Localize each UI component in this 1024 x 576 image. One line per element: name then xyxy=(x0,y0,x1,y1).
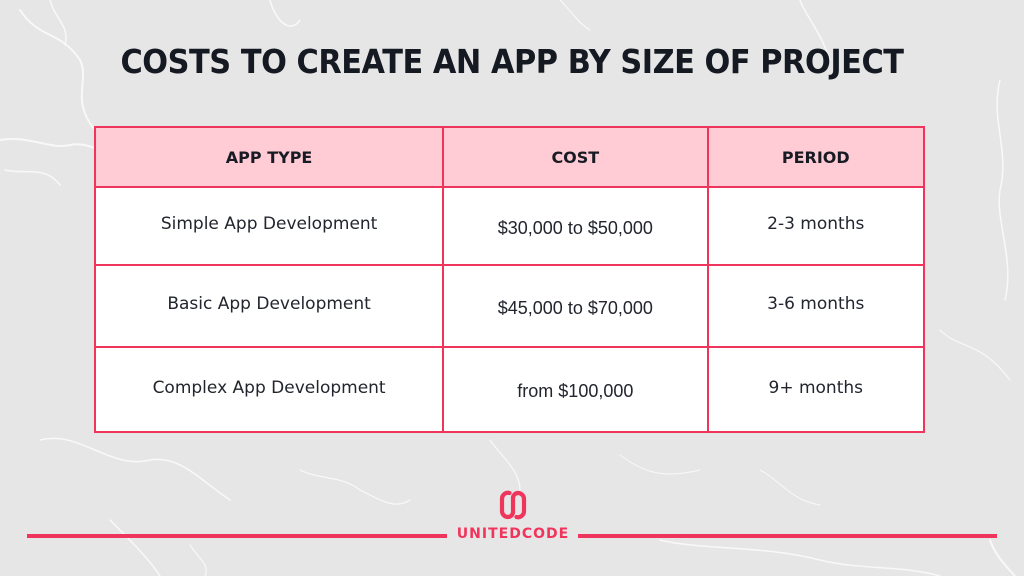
cost-table: APP TYPE COST PERIOD Simple App Developm… xyxy=(93,126,925,433)
app-type-text: Complex App Development xyxy=(152,377,386,398)
period-text: 2-3 months xyxy=(767,214,865,234)
cost-cell: from $100,000 xyxy=(442,346,709,433)
column-header-period: PERIOD xyxy=(706,126,925,188)
cost-cell: $45,000 to $70,000 xyxy=(442,264,709,348)
app-type-cell: Simple App Development xyxy=(93,186,445,266)
cost-text: $30,000 to $50,000 xyxy=(497,217,653,238)
cost-text: $45,000 to $70,000 xyxy=(497,297,653,318)
period-cell: 2-3 months xyxy=(706,186,925,266)
period-text: 9+ months xyxy=(768,377,864,398)
period-cell: 3-6 months xyxy=(706,264,925,348)
period-cell: 9+ months xyxy=(706,346,925,433)
table-row: Complex App Development from $100,000 9+… xyxy=(93,346,925,433)
page-title: COSTS TO CREATE AN APP BY SIZE OF PROJEC… xyxy=(120,42,904,81)
table-row: Basic App Development $45,000 to $70,000… xyxy=(93,264,925,348)
column-header-app-type: APP TYPE xyxy=(93,126,445,188)
table-header-row: APP TYPE COST PERIOD xyxy=(93,126,925,188)
app-type-cell: Complex App Development xyxy=(93,346,445,433)
cost-text: from $100,000 xyxy=(517,381,634,401)
table-row: Simple App Development $30,000 to $50,00… xyxy=(93,186,925,266)
cost-cell: $30,000 to $50,000 xyxy=(442,186,709,266)
period-text: 3-6 months xyxy=(767,294,865,314)
footer-divider-right xyxy=(578,534,997,538)
brand-name: UNITEDCODE xyxy=(456,526,570,542)
app-type-text: Simple App Development xyxy=(160,214,378,234)
footer-divider-left xyxy=(27,534,447,538)
column-header-cost: COST xyxy=(442,126,709,188)
app-type-text: Basic App Development xyxy=(167,294,371,314)
unitedcode-s-logo-icon xyxy=(499,490,527,520)
app-type-cell: Basic App Development xyxy=(93,264,445,348)
